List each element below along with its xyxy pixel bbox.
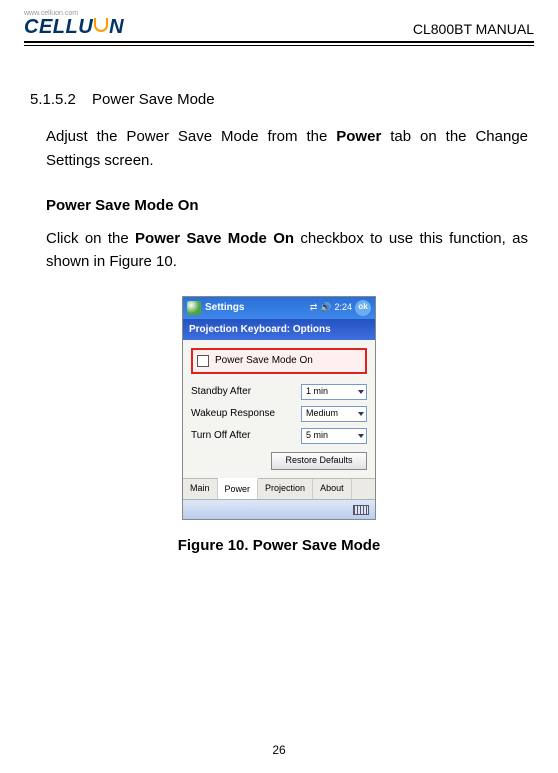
checkbox-label: Power Save Mode On xyxy=(215,353,313,369)
chevron-down-icon xyxy=(358,390,364,394)
option-row-turnoff: Turn Off After 5 min xyxy=(191,428,367,444)
tab-bar: Main Power Projection About xyxy=(183,478,375,500)
option-row-wakeup: Wakeup Response Medium xyxy=(191,406,367,422)
tab-about[interactable]: About xyxy=(313,479,352,500)
turnoff-combo[interactable]: 5 min xyxy=(301,428,367,444)
wakeup-combo[interactable]: Medium xyxy=(301,406,367,422)
standby-combo[interactable]: 1 min xyxy=(301,384,367,400)
checkbox-icon[interactable] xyxy=(197,355,209,367)
option-label: Standby After xyxy=(191,384,251,400)
power-save-checkbox-row[interactable]: Power Save Mode On xyxy=(191,348,367,374)
brand-logo: www.celluon.com CELLU N xyxy=(24,10,124,37)
option-row-standby: Standby After 1 min xyxy=(191,384,367,400)
start-icon[interactable] xyxy=(187,301,201,315)
intro-paragraph: Adjust the Power Save Mode from the Powe… xyxy=(46,125,528,172)
clock-text: 2:24 xyxy=(334,301,352,315)
logo-text: CELLU N xyxy=(24,17,124,37)
device-topbar: Settings ⇄ 2:24 ok xyxy=(183,297,375,319)
dialog-title: Projection Keyboard: Options xyxy=(183,319,375,341)
doc-title: CL800BT MANUAL xyxy=(413,21,534,37)
subheading-power-save-on: Power Save Mode On xyxy=(46,194,528,217)
keyboard-icon[interactable] xyxy=(353,505,369,515)
ok-button[interactable]: ok xyxy=(355,300,371,316)
connectivity-icon[interactable]: ⇄ xyxy=(310,301,318,315)
page-number: 26 xyxy=(0,743,558,757)
tab-main[interactable]: Main xyxy=(183,479,218,500)
chevron-down-icon xyxy=(358,412,364,416)
option-label: Turn Off After xyxy=(191,428,250,444)
restore-defaults-button[interactable]: Restore Defaults xyxy=(271,452,367,470)
tab-projection[interactable]: Projection xyxy=(258,479,313,500)
section-heading: 5.1.5.2 Power Save Mode xyxy=(30,88,528,111)
section-title: Power Save Mode xyxy=(92,91,215,108)
screenshot-figure: Settings ⇄ 2:24 ok Projection Keyboard: … xyxy=(182,296,376,521)
logo-u-icon xyxy=(94,18,108,32)
section-number: 5.1.5.2 xyxy=(30,88,76,111)
header-rule-thick xyxy=(24,41,534,43)
chevron-down-icon xyxy=(358,434,364,438)
speaker-icon[interactable] xyxy=(320,301,331,315)
system-tray: ⇄ 2:24 ok xyxy=(310,300,371,316)
tab-power[interactable]: Power xyxy=(218,478,259,500)
option-label: Wakeup Response xyxy=(191,406,275,422)
header-rule-thin xyxy=(24,45,534,46)
app-title: Settings xyxy=(205,300,306,316)
device-bottombar xyxy=(183,499,375,519)
figure-caption: Figure 10. Power Save Mode xyxy=(178,534,381,557)
instruction-paragraph: Click on the Power Save Mode On checkbox… xyxy=(46,227,528,274)
